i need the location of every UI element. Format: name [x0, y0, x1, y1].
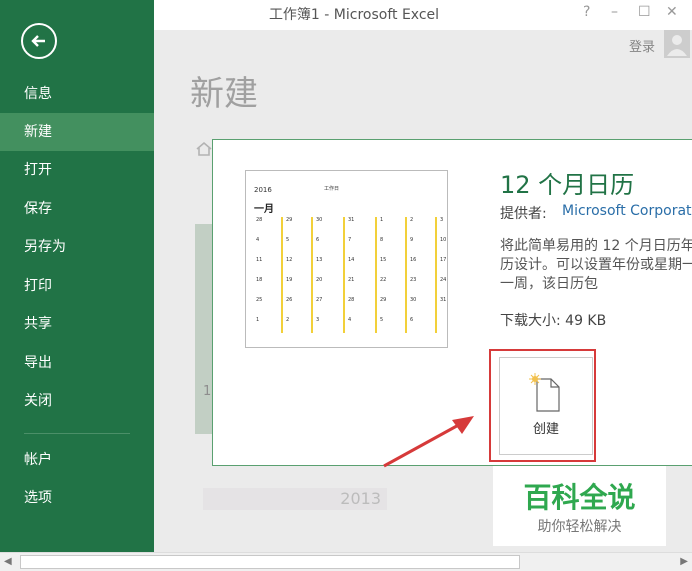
calendar-day: 22 [380, 277, 387, 283]
annotation-arrow-icon [383, 416, 474, 468]
calendar-day: 21 [348, 277, 355, 283]
sidebar-item-open[interactable]: 打开 [0, 151, 154, 189]
template-title: 12 个月日历 [500, 171, 635, 199]
sidebar-item-save[interactable]: 保存 [0, 190, 154, 228]
calendar-preview-image: 2016 工作日 一月 28 29 30 31 1 2 3 4 5 6 7 8 9 10 11 12 13 14 1… [245, 170, 448, 348]
scroll-left-icon[interactable]: ◀ [4, 556, 12, 567]
sidebar-item-options[interactable]: 选项 [0, 479, 154, 517]
calendar-day: 18 [256, 277, 263, 283]
provider-label: 提供者: [500, 206, 547, 222]
close-button[interactable]: ✕ [666, 4, 678, 20]
calendar-header-hint: 工作日 [324, 186, 340, 192]
template-description: 将此简单易用的 12 个月日历年的日历设计。可以设置年份或星期一开始一周，该日历… [500, 238, 692, 292]
calendar-day: 25 [256, 297, 263, 303]
sidebar-item-print[interactable]: 打印 [0, 267, 154, 305]
highlight-box [489, 349, 596, 462]
calendar-day: 5 [286, 237, 290, 243]
calendar-day: 2 [286, 317, 290, 323]
backstage-sidebar: 信息 新建 打开 保存 另存为 打印 共享 导出 关闭 帐户 选项 [0, 0, 154, 552]
calendar-column-rule [405, 217, 407, 333]
calendar-day: 26 [286, 297, 293, 303]
calendar-day: 8 [380, 237, 384, 243]
calendar-day: 15 [380, 257, 387, 263]
calendar-day: 31 [440, 297, 447, 303]
calendar-year: 2016 [254, 186, 272, 194]
calendar-day: 6 [410, 317, 414, 323]
calendar-day: 7 [348, 237, 352, 243]
help-button[interactable]: ? [583, 4, 590, 20]
calendar-day: 19 [286, 277, 293, 283]
maximize-button[interactable]: ☐ [638, 4, 651, 20]
calendar-column-rule [375, 217, 377, 333]
calendar-day: 9 [410, 237, 414, 243]
calendar-day: 29 [380, 297, 387, 303]
calendar-column-rule [311, 217, 313, 333]
sidebar-item-save-as[interactable]: 另存为 [0, 228, 154, 266]
scroll-right-icon[interactable]: ▶ [680, 556, 688, 567]
download-size-value: 49 KB [565, 313, 607, 329]
calendar-day: 31 [348, 217, 355, 223]
sidebar-divider [24, 433, 130, 434]
back-button[interactable] [21, 23, 57, 59]
calendar-day: 6 [316, 237, 320, 243]
calendar-day: 28 [348, 297, 355, 303]
calendar-column-rule [281, 217, 283, 333]
calendar-day: 16 [410, 257, 417, 263]
calendar-day: 29 [286, 217, 293, 223]
calendar-column-rule [343, 217, 345, 333]
calendar-day: 1 [256, 317, 260, 323]
calendar-day: 14 [348, 257, 355, 263]
calendar-day: 13 [316, 257, 323, 263]
watermark-title: 百科全说 [523, 481, 636, 514]
sidebar-item-account[interactable]: 帐户 [0, 441, 154, 479]
calendar-day: 5 [380, 317, 384, 323]
calendar-month: 一月 [254, 204, 274, 215]
calendar-day: 1 [380, 217, 384, 223]
calendar-day: 30 [316, 217, 323, 223]
calendar-day: 23 [410, 277, 417, 283]
sidebar-item-close[interactable]: 关闭 [0, 382, 154, 420]
calendar-day: 20 [316, 277, 323, 283]
back-arrow-icon [31, 35, 45, 47]
calendar-day: 24 [440, 277, 447, 283]
calendar-day: 17 [440, 257, 447, 263]
horizontal-scrollbar[interactable]: ◀ ▶ [0, 552, 692, 571]
sidebar-item-info[interactable]: 信息 [0, 75, 154, 113]
calendar-day: 30 [410, 297, 417, 303]
watermark-subtitle: 助你轻松解决 [537, 519, 622, 535]
calendar-day: 27 [316, 297, 323, 303]
window-title: 工作簿1 - Microsoft Excel [268, 7, 440, 23]
download-size-label: 下载大小: [500, 313, 561, 329]
calendar-day: 10 [440, 237, 447, 243]
calendar-day: 4 [348, 317, 352, 323]
calendar-day: 3 [440, 217, 444, 223]
sidebar-item-share[interactable]: 共享 [0, 305, 154, 343]
calendar-day: 12 [286, 257, 293, 263]
calendar-day: 4 [256, 237, 260, 243]
provider-value: Microsoft Corporati [562, 203, 692, 219]
calendar-day: 11 [256, 257, 263, 263]
sidebar-item-new[interactable]: 新建 [0, 113, 154, 151]
calendar-day: 2 [410, 217, 414, 223]
sidebar-item-export[interactable]: 导出 [0, 344, 154, 382]
calendar-day: 3 [316, 317, 320, 323]
watermark: 百科全说 助你轻松解决 [493, 466, 666, 546]
calendar-day: 28 [256, 217, 263, 223]
scrollbar-thumb[interactable] [20, 555, 520, 569]
minimize-button[interactable]: – [611, 4, 618, 20]
download-size: 下载大小: 49 KB [500, 310, 606, 330]
calendar-column-rule [435, 217, 437, 333]
